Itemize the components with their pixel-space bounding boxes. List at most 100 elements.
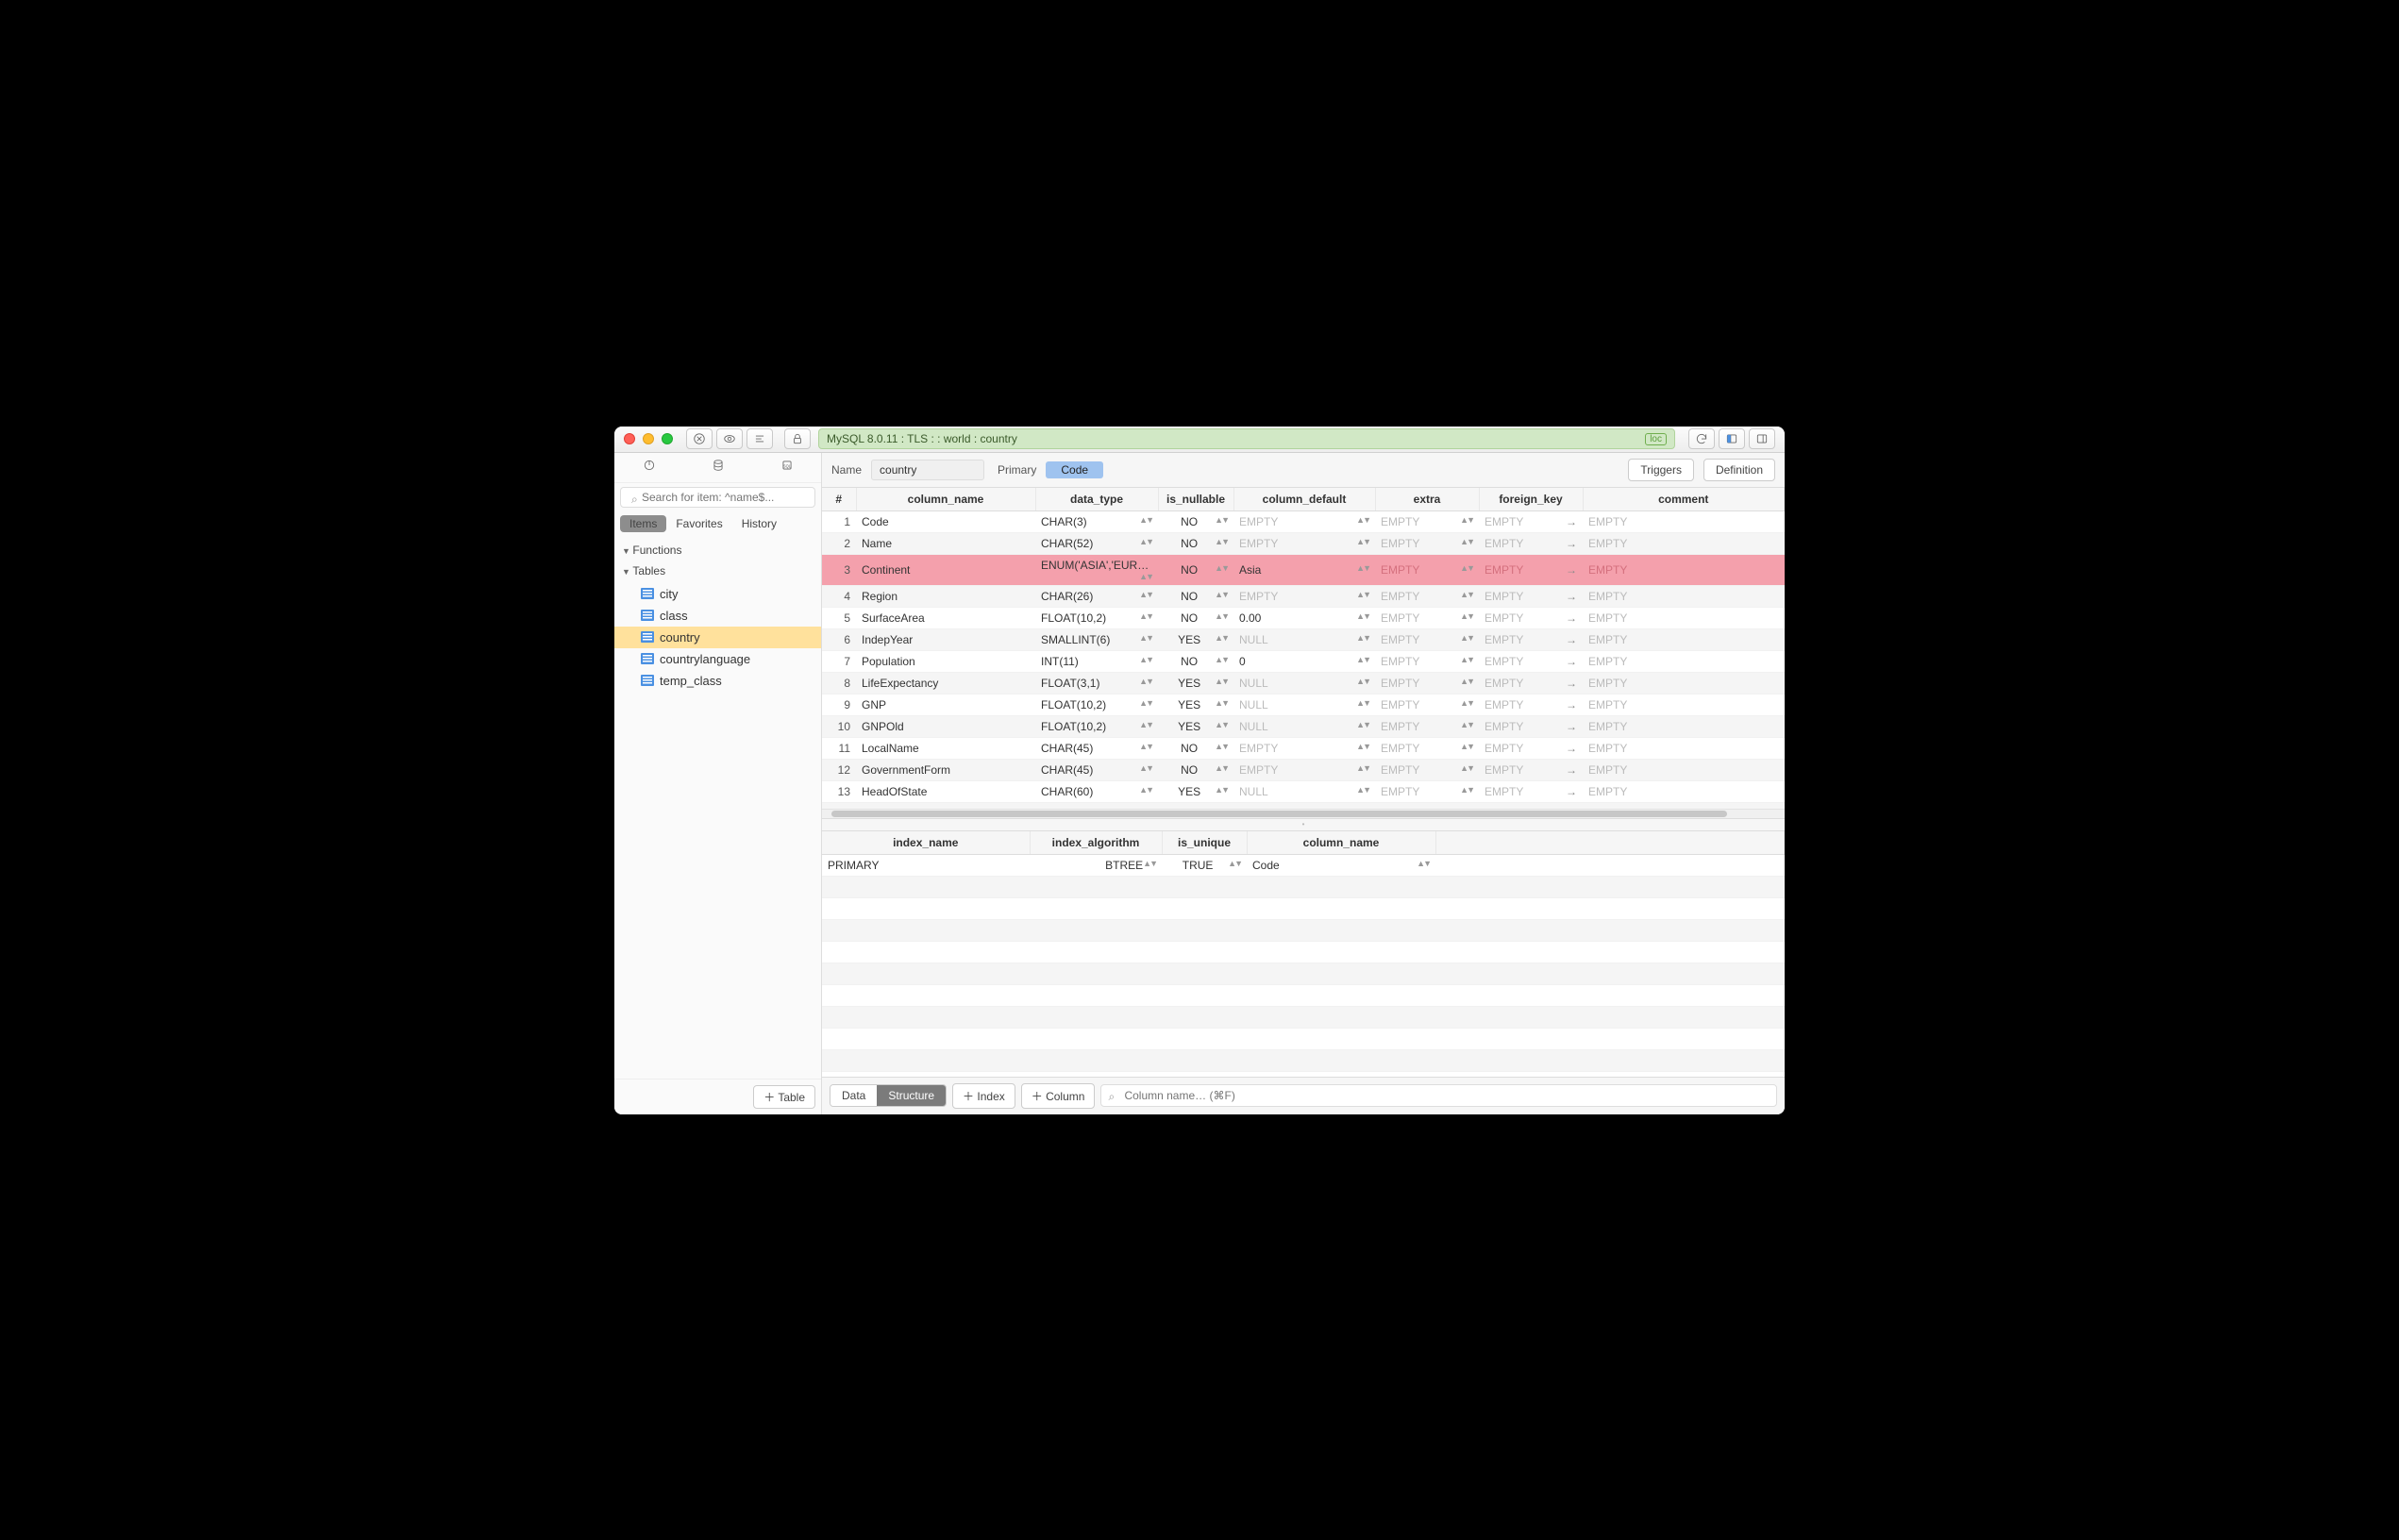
column-row[interactable]: 2NameCHAR(52)▲▼NO▲▼EMPTY▲▼EMPTY▲▼EMPTY→E… [822, 532, 1785, 554]
sidebar-item-countrylanguage[interactable]: countrylanguage [614, 648, 821, 670]
tab-structure[interactable]: Structure [877, 1085, 946, 1106]
sidebar-mode-tabs: SQL [614, 453, 821, 483]
section-functions[interactable]: Functions [614, 540, 821, 561]
section-tables[interactable]: Tables [614, 561, 821, 581]
sidebar-filter: Items Favorites History [620, 515, 815, 532]
column-header[interactable]: extra [1375, 488, 1479, 511]
tab-data[interactable]: Data [830, 1085, 877, 1106]
view-segment: Data Structure [830, 1084, 947, 1107]
app-window: MySQL 8.0.11 : TLS : : world : country l… [614, 427, 1785, 1114]
column-row[interactable]: 8LifeExpectancyFLOAT(3,1)▲▼YES▲▼NULL▲▼EM… [822, 672, 1785, 694]
lock-button[interactable] [784, 428, 811, 449]
table-icon [641, 631, 654, 643]
column-row[interactable]: 1CodeCHAR(3)▲▼NO▲▼EMPTY▲▼EMPTY▲▼EMPTY→EM… [822, 511, 1785, 532]
index-header[interactable]: index_name [822, 831, 1030, 855]
titlebar: MySQL 8.0.11 : TLS : : world : country l… [614, 427, 1785, 453]
traffic-lights [624, 433, 673, 444]
index-header[interactable]: is_unique [1162, 831, 1247, 855]
column-row[interactable]: 3ContinentENUM('ASIA','EUR…▲▼NO▲▼Asia▲▼E… [822, 554, 1785, 585]
add-column-button[interactable]: ＋ Column [1021, 1083, 1096, 1109]
primary-key-badge[interactable]: Code [1046, 461, 1103, 478]
filter-history[interactable]: History [732, 515, 786, 532]
definition-button[interactable]: Definition [1703, 459, 1775, 481]
indexes-grid[interactable]: index_nameindex_algorithmis_uniquecolumn… [822, 831, 1785, 1077]
column-header[interactable]: is_nullable [1158, 488, 1233, 511]
search-icon: ⌕ [631, 493, 638, 507]
column-row[interactable]: 4RegionCHAR(26)▲▼NO▲▼EMPTY▲▼EMPTY▲▼EMPTY… [822, 585, 1785, 607]
search-icon: ⌕ [1108, 1090, 1115, 1104]
column-header[interactable]: column_default [1233, 488, 1375, 511]
sidebar-item-label: countrylanguage [660, 652, 750, 666]
sidebar-left-toggle[interactable] [1719, 428, 1745, 449]
connection-bar[interactable]: MySQL 8.0.11 : TLS : : world : country l… [818, 428, 1675, 449]
add-index-button[interactable]: ＋ Index [952, 1083, 1015, 1109]
column-row[interactable]: 11LocalNameCHAR(45)▲▼NO▲▼EMPTY▲▼EMPTY▲▼E… [822, 737, 1785, 759]
sidebar-item-label: class [660, 609, 688, 623]
empty-row [822, 919, 1785, 941]
sidebar-item-label: city [660, 587, 679, 601]
index-header[interactable]: column_name [1247, 831, 1435, 855]
index-header[interactable]: index_algorithm [1030, 831, 1162, 855]
table-icon [641, 610, 654, 621]
column-row[interactable]: 7PopulationINT(11)▲▼NO▲▼0▲▼EMPTY▲▼EMPTY→… [822, 650, 1785, 672]
column-header[interactable]: comment [1583, 488, 1785, 511]
triggers-button[interactable]: Triggers [1628, 459, 1694, 481]
add-table-button[interactable]: ＋ Table [753, 1085, 815, 1109]
empty-row [822, 897, 1785, 919]
column-row[interactable]: 6IndepYearSMALLINT(6)▲▼YES▲▼NULL▲▼EMPTY▲… [822, 628, 1785, 650]
database-icon[interactable] [712, 459, 725, 477]
column-header[interactable]: data_type [1035, 488, 1158, 511]
empty-row [822, 1028, 1785, 1049]
table-icon [641, 653, 654, 664]
empty-row [822, 1006, 1785, 1028]
svg-text:SQL: SQL [782, 463, 791, 468]
sidebar-search-input[interactable] [620, 487, 815, 508]
close-button[interactable] [624, 433, 635, 444]
format-button[interactable] [747, 428, 773, 449]
sidebar-item-label: country [660, 630, 700, 644]
table-icon [641, 675, 654, 686]
view-button[interactable] [716, 428, 743, 449]
column-row[interactable]: 13HeadOfStateCHAR(60)▲▼YES▲▼NULL▲▼EMPTY▲… [822, 780, 1785, 802]
indexes-table: index_nameindex_algorithmis_uniquecolumn… [822, 831, 1785, 1072]
column-row[interactable]: 9GNPFLOAT(10,2)▲▼YES▲▼NULL▲▼EMPTY▲▼EMPTY… [822, 694, 1785, 715]
filter-favorites[interactable]: Favorites [666, 515, 731, 532]
column-header[interactable]: column_name [856, 488, 1035, 511]
empty-row [822, 876, 1785, 897]
sidebar-item-country[interactable]: country [614, 627, 821, 648]
column-row[interactable]: 12GovernmentFormCHAR(45)▲▼NO▲▼EMPTY▲▼EMP… [822, 759, 1785, 780]
empty-row [822, 941, 1785, 962]
sidebar-item-temp_class[interactable]: temp_class [614, 670, 821, 692]
column-header[interactable]: # [822, 488, 856, 511]
empty-row [822, 1049, 1785, 1071]
sql-icon[interactable]: SQL [780, 459, 794, 477]
body: SQL ⌕ Items Favorites History Functions … [614, 453, 1785, 1114]
column-row[interactable]: 5SurfaceAreaFLOAT(10,2)▲▼NO▲▼0.00▲▼EMPTY… [822, 607, 1785, 628]
name-label: Name [831, 463, 862, 477]
footer-bar: Data Structure ＋ Index ＋ Column ⌕ [822, 1077, 1785, 1114]
sidebar-item-city[interactable]: city [614, 583, 821, 605]
columns-grid[interactable]: #column_namedata_typeis_nullablecolumn_d… [822, 488, 1785, 809]
cancel-query-button[interactable] [686, 428, 713, 449]
toolbar-group-left [686, 428, 773, 449]
table-list: city class country countrylanguage temp_clas… [614, 581, 821, 701]
sidebar-item-class[interactable]: class [614, 605, 821, 627]
horizontal-scrollbar[interactable] [822, 809, 1785, 818]
empty-row [822, 962, 1785, 984]
maximize-button[interactable] [662, 433, 673, 444]
sidebar-footer: ＋ Table [614, 1079, 821, 1114]
index-row[interactable]: PRIMARYBTREE ▲▼TRUE ▲▼Code ▲▼ [822, 854, 1785, 876]
table-header-bar: Name Primary Code Triggers Definition [822, 453, 1785, 488]
refresh-button[interactable] [1688, 428, 1715, 449]
power-icon[interactable] [643, 459, 656, 477]
column-row[interactable]: 10GNPOldFLOAT(10,2)▲▼YES▲▼NULL▲▼EMPTY▲▼E… [822, 715, 1785, 737]
column-search: ⌕ [1100, 1084, 1777, 1107]
column-search-input[interactable] [1100, 1084, 1777, 1107]
table-name-input[interactable] [871, 460, 984, 480]
splitter-handle[interactable]: • [822, 818, 1785, 831]
empty-row [822, 984, 1785, 1006]
minimize-button[interactable] [643, 433, 654, 444]
filter-items[interactable]: Items [620, 515, 666, 532]
column-header[interactable]: foreign_key [1479, 488, 1583, 511]
sidebar-right-toggle[interactable] [1749, 428, 1775, 449]
